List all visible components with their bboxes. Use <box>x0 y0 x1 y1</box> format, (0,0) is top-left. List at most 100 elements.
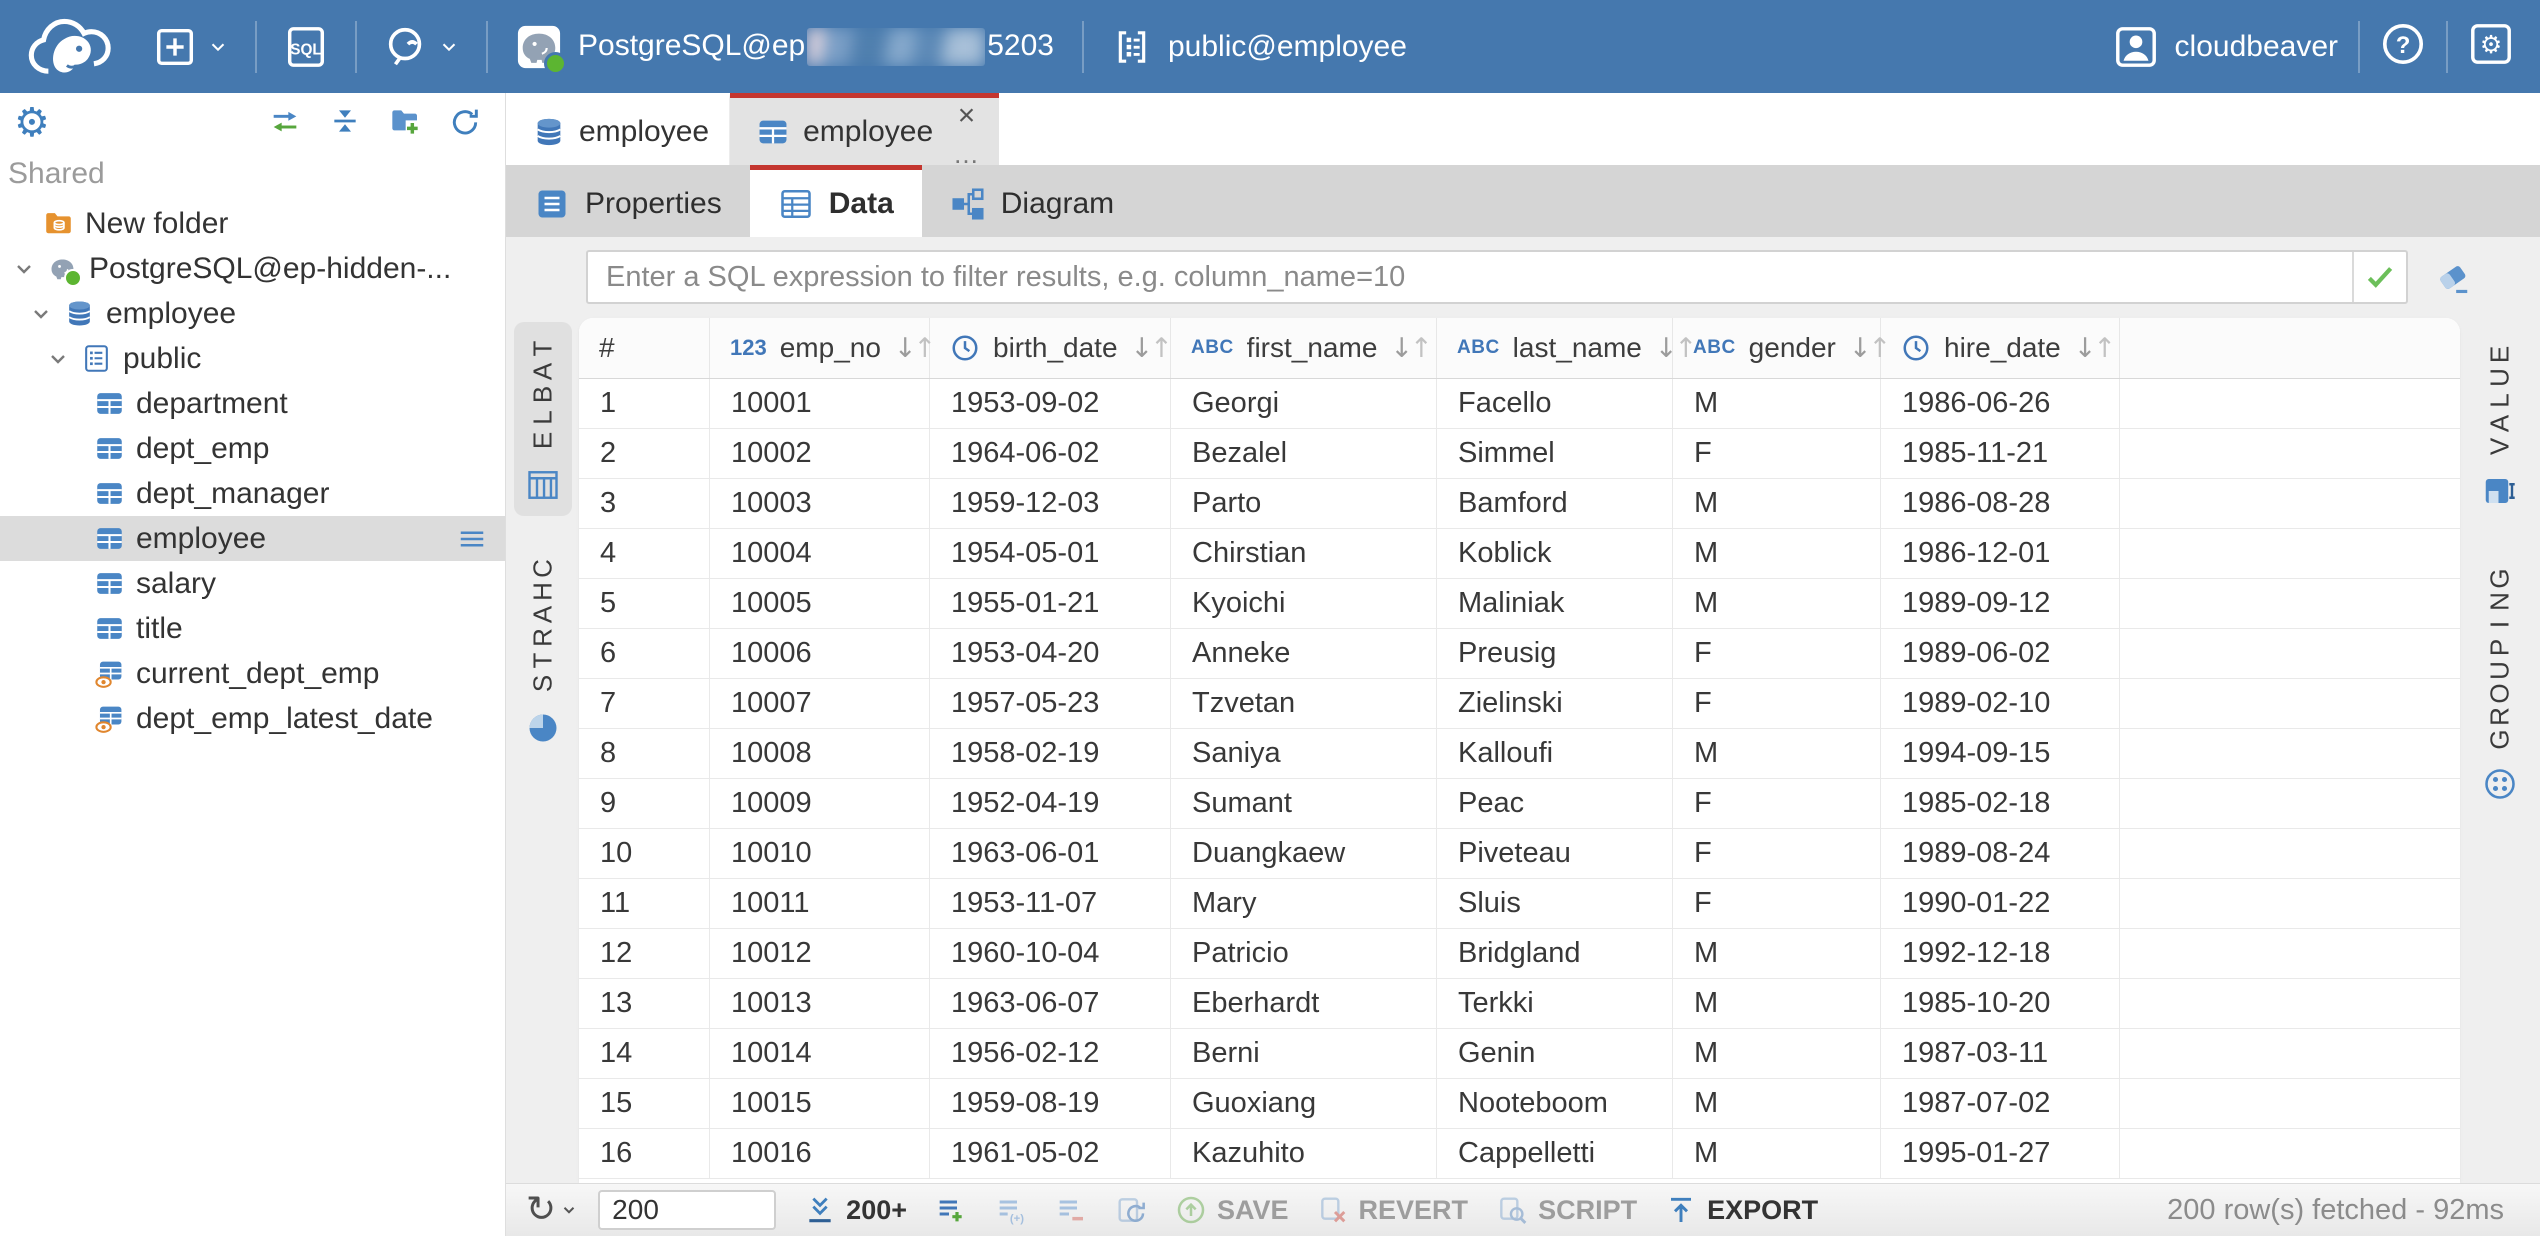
cell-hire-date[interactable]: 1985-10-20 <box>1881 979 2120 1028</box>
cell-gender[interactable]: M <box>1673 1129 1881 1178</box>
view-tab[interactable]: Properties <box>506 165 750 237</box>
clear-filter-button[interactable] <box>2434 259 2472 302</box>
cell-emp-no[interactable]: 10008 <box>710 729 930 778</box>
cell-emp-no[interactable]: 10015 <box>710 1079 930 1128</box>
table-row[interactable]: 12 10012 1960-10-04 Patricio Bridgland M… <box>579 929 2460 979</box>
toolbar-button[interactable]: SCRIPT <box>1496 1194 1637 1226</box>
cell-gender[interactable]: F <box>1673 779 1881 828</box>
editor-tab[interactable]: employee <box>506 93 730 165</box>
table-row[interactable]: 2 10002 1964-06-02 Bezalel Simmel F 1985… <box>579 429 2460 479</box>
cell-birth-date[interactable]: 1955-01-21 <box>930 579 1171 628</box>
table-row[interactable]: 14 10014 1956-02-12 Berni Genin M 1987-0… <box>579 1029 2460 1079</box>
cell-last-name[interactable]: Nooteboom <box>1437 1079 1673 1128</box>
toolbar-button[interactable] <box>1055 1194 1087 1226</box>
cell-first-name[interactable]: Patricio <box>1171 929 1437 978</box>
cell-birth-date[interactable]: 1956-02-12 <box>930 1029 1171 1078</box>
connection-selector[interactable]: PostgreSQL@ep5203 <box>508 24 1062 70</box>
cell-last-name[interactable]: Simmel <box>1437 429 1673 478</box>
cell-first-name[interactable]: Chirstian <box>1171 529 1437 578</box>
cell-birth-date[interactable]: 1959-08-19 <box>930 1079 1171 1128</box>
column-header[interactable]: ABC last_name ↓↑ <box>1437 318 1673 378</box>
cell-gender[interactable]: F <box>1673 629 1881 678</box>
tree-item[interactable]: employee <box>0 516 505 561</box>
tree-item[interactable]: current_dept_emp <box>0 651 505 696</box>
cell-hire-date[interactable]: 1986-08-28 <box>1881 479 2120 528</box>
cell-hire-date[interactable]: 1989-09-12 <box>1881 579 2120 628</box>
cell-birth-date[interactable]: 1960-10-04 <box>930 929 1171 978</box>
editor-tab[interactable]: employee × ... <box>730 93 999 165</box>
cell-gender[interactable]: F <box>1673 879 1881 928</box>
table-row[interactable]: 4 10004 1954-05-01 Chirstian Koblick M 1… <box>579 529 2460 579</box>
cell-hire-date[interactable]: 1987-07-02 <box>1881 1079 2120 1128</box>
cell-birth-date[interactable]: 1957-05-23 <box>930 679 1171 728</box>
cell-emp-no[interactable]: 10009 <box>710 779 930 828</box>
cell-hire-date[interactable]: 1989-02-10 <box>1881 679 2120 728</box>
tree-item[interactable]: New folder <box>0 201 505 246</box>
tree-item[interactable]: department <box>0 381 505 426</box>
settings-button[interactable]: ⚙ <box>2468 21 2514 72</box>
cell-emp-no[interactable]: 10016 <box>710 1129 930 1178</box>
toolbar-button[interactable]: (+) <box>995 1194 1027 1226</box>
cell-birth-date[interactable]: 1963-06-01 <box>930 829 1171 878</box>
user-menu-button[interactable]: cloudbeaver <box>2113 24 2338 70</box>
cell-hire-date[interactable]: 1986-06-26 <box>1881 379 2120 428</box>
view-tab[interactable]: Data <box>750 165 922 237</box>
row-limit-input[interactable] <box>598 1190 776 1230</box>
table-row[interactable]: 1 10001 1953-09-02 Georgi Facello M 1986… <box>579 379 2460 429</box>
cell-last-name[interactable]: Bridgland <box>1437 929 1673 978</box>
toolbar-button[interactable]: SAVE <box>1175 1194 1289 1226</box>
cell-emp-no[interactable]: 10010 <box>710 829 930 878</box>
cell-last-name[interactable]: Sluis <box>1437 879 1673 928</box>
driver-manager-button[interactable] <box>377 24 466 70</box>
cell-hire-date[interactable]: 1992-12-18 <box>1881 929 2120 978</box>
cell-birth-date[interactable]: 1964-06-02 <box>930 429 1171 478</box>
tree-item[interactable]: title <box>0 606 505 651</box>
cell-first-name[interactable]: Parto <box>1171 479 1437 528</box>
cell-hire-date[interactable]: 1995-01-27 <box>1881 1129 2120 1178</box>
cell-first-name[interactable]: Mary <box>1171 879 1437 928</box>
table-row[interactable]: 5 10005 1955-01-21 Kyoichi Maliniak M 19… <box>579 579 2460 629</box>
tree-item[interactable]: dept_emp <box>0 426 505 471</box>
cell-emp-no[interactable]: 10014 <box>710 1029 930 1078</box>
cell-hire-date[interactable]: 1986-12-01 <box>1881 529 2120 578</box>
cell-hire-date[interactable]: 1989-06-02 <box>1881 629 2120 678</box>
column-header[interactable]: hire_date ↓↑ <box>1881 318 2120 378</box>
sidebar-tool-button[interactable] <box>329 105 361 142</box>
schema-selector[interactable]: public@employee <box>1104 27 1415 67</box>
cell-first-name[interactable]: Berni <box>1171 1029 1437 1078</box>
table-row[interactable]: 8 10008 1958-02-19 Saniya Kalloufi M 199… <box>579 729 2460 779</box>
cell-last-name[interactable]: Koblick <box>1437 529 1673 578</box>
table-row[interactable]: 6 10006 1953-04-20 Anneke Preusig F 1989… <box>579 629 2460 679</box>
sort-icon[interactable]: ↓↑ <box>1131 333 1173 364</box>
cell-gender[interactable]: M <box>1673 979 1881 1028</box>
cell-last-name[interactable]: Genin <box>1437 1029 1673 1078</box>
cell-hire-date[interactable]: 1985-02-18 <box>1881 779 2120 828</box>
table-row[interactable]: 15 10015 1959-08-19 Guoxiang Nooteboom M… <box>579 1079 2460 1129</box>
cell-gender[interactable]: F <box>1673 429 1881 478</box>
cell-emp-no[interactable]: 10001 <box>710 379 930 428</box>
table-row[interactable]: 16 10016 1961-05-02 Kazuhito Cappelletti… <box>579 1129 2460 1179</box>
cell-last-name[interactable]: Kalloufi <box>1437 729 1673 778</box>
panel-tab[interactable]: GNIPUORG <box>2471 552 2529 815</box>
presentation-tab[interactable]: CHARTS <box>514 542 572 759</box>
cell-emp-no[interactable]: 10003 <box>710 479 930 528</box>
cell-first-name[interactable]: Georgi <box>1171 379 1437 428</box>
cell-birth-date[interactable]: 1952-04-19 <box>930 779 1171 828</box>
tree-item[interactable]: employee <box>0 291 505 336</box>
cell-birth-date[interactable]: 1953-11-07 <box>930 879 1171 928</box>
column-header[interactable]: 123 emp_no ↓↑ <box>710 318 930 378</box>
cell-last-name[interactable]: Piveteau <box>1437 829 1673 878</box>
cell-hire-date[interactable]: 1985-11-21 <box>1881 429 2120 478</box>
cell-emp-no[interactable]: 10011 <box>710 879 930 928</box>
cell-emp-no[interactable]: 10012 <box>710 929 930 978</box>
cell-last-name[interactable]: Maliniak <box>1437 579 1673 628</box>
cell-first-name[interactable]: Eberhardt <box>1171 979 1437 1028</box>
apply-filter-button[interactable] <box>2352 252 2406 302</box>
cell-last-name[interactable]: Preusig <box>1437 629 1673 678</box>
refresh-button[interactable]: ↻ <box>526 1192 578 1228</box>
cell-birth-date[interactable]: 1959-12-03 <box>930 479 1171 528</box>
cell-emp-no[interactable]: 10005 <box>710 579 930 628</box>
cell-first-name[interactable]: Sumant <box>1171 779 1437 828</box>
cell-hire-date[interactable]: 1994-09-15 <box>1881 729 2120 778</box>
sidebar-tool-button[interactable] <box>269 105 301 142</box>
